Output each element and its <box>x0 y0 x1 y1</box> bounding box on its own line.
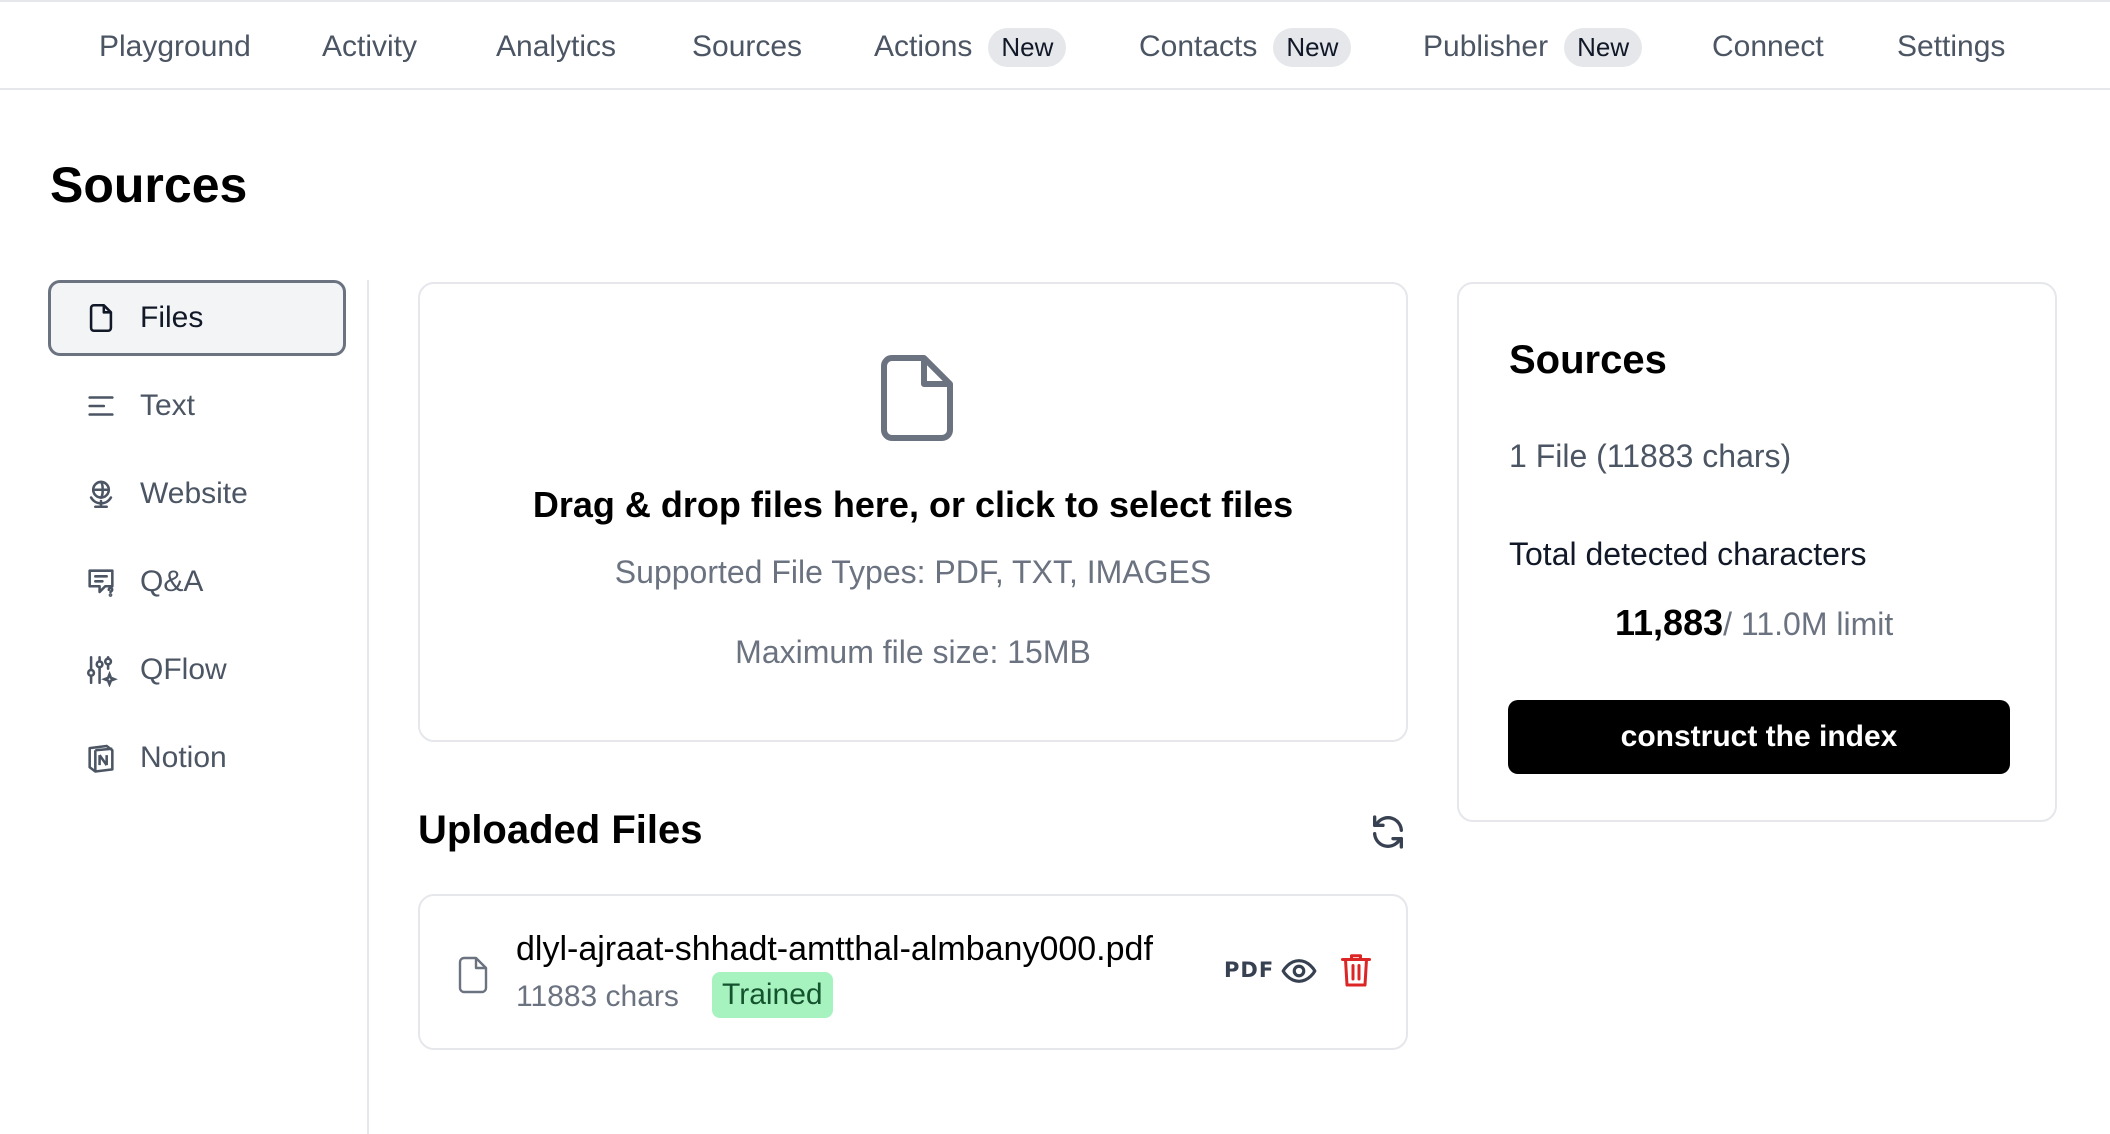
pdf-type-icon: PDF <box>1224 958 1275 982</box>
sidebar-item-files[interactable]: Files <box>48 280 346 356</box>
max-file-size: Maximum file size: 15MB <box>735 634 1091 670</box>
file-dropzone[interactable]: Drag & drop files here, or click to sele… <box>418 282 1408 742</box>
status-badge: Trained <box>712 972 833 1018</box>
nav-label: Activity <box>322 30 418 63</box>
sidebar-item-label: Q&A <box>140 565 204 598</box>
file-icon <box>89 303 113 333</box>
dropzone-title: Drag & drop files here, or click to sele… <box>532 484 1294 525</box>
sources-summary-card: Sources 1 File (11883 chars) Total detec… <box>1457 282 2057 822</box>
sidebar-item-text[interactable]: Text <box>48 368 346 444</box>
summary-title: Sources <box>1509 338 1667 382</box>
notion-icon <box>88 744 114 773</box>
nav-label: Contacts <box>1139 30 1258 63</box>
file-name: dlyl-ajraat-shhadt-amtthal-almbany000.pd… <box>516 930 1153 968</box>
character-count-value: 11,883 <box>1615 602 1724 643</box>
nav-label: Playground <box>99 30 251 63</box>
file-icon <box>881 355 953 441</box>
nav-label: Settings <box>1897 30 2006 63</box>
sidebar-item-label: Text <box>140 389 196 422</box>
file-char-count: 11883 chars <box>516 980 679 1013</box>
trash-icon[interactable] <box>1338 950 1374 990</box>
nav-publisher[interactable]: Publisher New <box>1423 2 1643 92</box>
new-badge: New <box>1564 27 1643 67</box>
sidebar-item-label: Files <box>140 301 204 334</box>
character-count: 11,883 / 11.0M limit <box>1615 602 1893 644</box>
nav-activity[interactable]: Activity <box>322 2 417 92</box>
top-nav: Playground Activity Analytics Sources Ac… <box>0 0 2110 90</box>
sidebar-divider <box>367 280 369 1134</box>
sidebar-item-website[interactable]: Website <box>48 456 346 532</box>
construct-index-button[interactable]: construct the index <box>1508 700 2010 774</box>
nav-settings[interactable]: Settings <box>1897 2 2005 92</box>
uploaded-files-title: Uploaded Files <box>418 808 703 852</box>
new-badge: New <box>988 27 1067 67</box>
new-badge: New <box>1273 27 1352 67</box>
file-icon <box>458 956 488 994</box>
sidebar-item-label: Website <box>140 477 248 510</box>
refresh-icon[interactable] <box>1368 812 1408 852</box>
nav-actions[interactable]: Actions New <box>874 2 1067 92</box>
nav-contacts[interactable]: Contacts New <box>1139 2 1352 92</box>
globe-icon <box>89 480 113 509</box>
sliders-sparkle-icon <box>86 655 118 687</box>
uploaded-file-row: dlyl-ajraat-shhadt-amtthal-almbany000.pd… <box>418 894 1408 1050</box>
nav-label: Sources <box>692 30 803 63</box>
sidebar-item-qflow[interactable]: QFlow <box>48 632 346 708</box>
nav-label: Publisher <box>1423 30 1549 63</box>
total-characters-label: Total detected characters <box>1509 536 1867 572</box>
text-lines-icon <box>88 396 114 416</box>
nav-label: Connect <box>1712 30 1824 63</box>
nav-connect[interactable]: Connect <box>1712 2 1824 92</box>
nav-sources[interactable]: Sources <box>692 2 802 92</box>
nav-playground[interactable]: Playground <box>99 2 251 92</box>
supported-file-types: Supported File Types: PDF, TXT, IMAGES <box>614 554 1212 590</box>
sidebar-item-qa[interactable]: Q&A <box>48 544 346 620</box>
page-title: Sources <box>50 157 248 213</box>
sidebar-item-notion[interactable]: Notion <box>48 720 346 796</box>
sidebar-item-label: QFlow <box>140 653 227 686</box>
character-limit: / 11.0M limit <box>1723 606 1894 642</box>
eye-icon[interactable] <box>1280 952 1318 990</box>
nav-analytics[interactable]: Analytics <box>496 2 616 92</box>
summary-files-count: 1 File (11883 chars) <box>1509 438 1792 474</box>
sidebar-item-label: Notion <box>140 741 227 774</box>
nav-label: Analytics <box>496 30 617 63</box>
chat-question-icon <box>88 569 114 597</box>
nav-label: Actions <box>874 30 973 63</box>
